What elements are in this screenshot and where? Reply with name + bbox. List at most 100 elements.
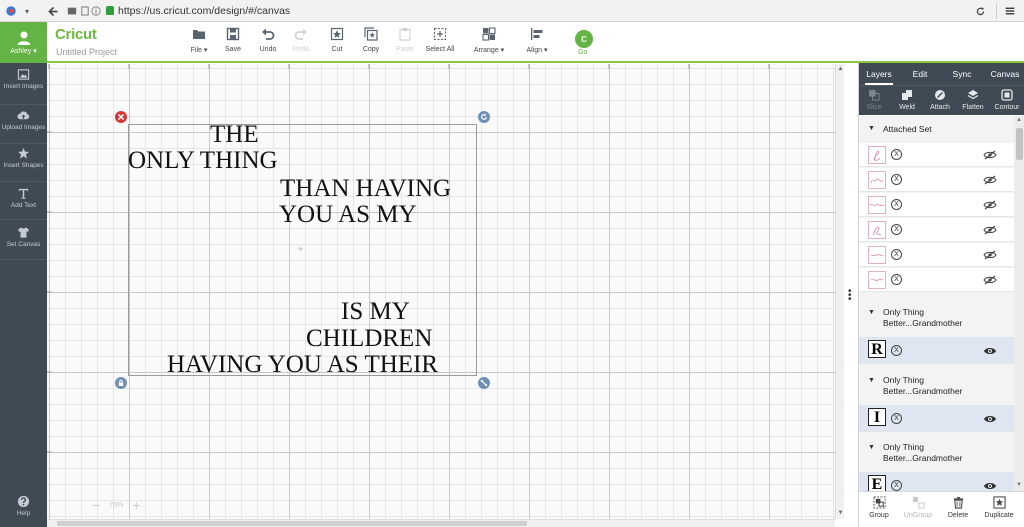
layer-row[interactable]: X (859, 243, 1014, 267)
eye-icon[interactable] (983, 414, 997, 424)
attach-button[interactable]: Attach (928, 89, 952, 111)
paste-button[interactable]: Paste (394, 27, 416, 59)
eye-hidden-icon[interactable] (983, 150, 997, 160)
layers-list: ▼ Attached Set X X X X X X ▼ Only Thing … (859, 116, 1014, 491)
arrange-menu[interactable]: Arrange ▾ (470, 27, 508, 59)
delete-handle[interactable] (115, 111, 127, 123)
add-text-button[interactable]: Add Text (0, 187, 47, 209)
ungroup-label: UnGroup (903, 512, 933, 519)
canvas-horizontal-scrollbar[interactable] (47, 519, 835, 527)
scroll-up-icon[interactable]: ▲ (1016, 117, 1022, 123)
weld-button[interactable]: Weld (896, 89, 918, 111)
eye-hidden-icon[interactable] (983, 200, 997, 210)
eye-hidden-icon[interactable] (983, 175, 997, 185)
layer-row[interactable]: X (859, 143, 1014, 167)
scroll-down-icon[interactable]: ▼ (1016, 482, 1022, 488)
reload-icon[interactable] (972, 2, 988, 20)
layer-row[interactable]: X (859, 268, 1014, 292)
slice-button[interactable]: Slice (864, 89, 884, 111)
hide-contour-icon[interactable]: X (891, 174, 902, 185)
collapse-triangle-icon[interactable]: ▼ (868, 444, 875, 451)
layer-group-header[interactable]: ▼ Only Thing Better...Grandmother (859, 367, 1014, 405)
hide-contour-icon[interactable]: X (891, 199, 902, 210)
file-menu[interactable]: File ▾ (187, 27, 211, 59)
eye-icon[interactable] (983, 346, 997, 356)
tab-sync[interactable]: Sync (951, 63, 973, 85)
duplicate-button[interactable]: Duplicate (980, 496, 1018, 519)
zoom-out-button[interactable]: − (92, 497, 100, 513)
flatten-button[interactable]: Flatten (960, 89, 986, 111)
panel-resize-grip[interactable]: • • • (848, 287, 852, 305)
hide-contour-icon[interactable]: X (891, 249, 902, 260)
save-button[interactable]: Save (222, 27, 244, 59)
hide-contour-icon[interactable]: X (891, 149, 902, 160)
resize-handle[interactable] (478, 377, 490, 389)
eye-hidden-icon[interactable] (983, 225, 997, 235)
eye-hidden-icon[interactable] (983, 275, 997, 285)
tab-canvas[interactable]: Canvas (990, 63, 1020, 85)
hide-contour-icon[interactable]: X (891, 413, 902, 424)
redo-button[interactable]: Redo (290, 27, 312, 59)
layer-row-selected[interactable]: I X (859, 405, 1014, 432)
layer-row[interactable]: X (859, 168, 1014, 192)
eye-icon[interactable] (983, 481, 997, 491)
apps-icon[interactable] (66, 3, 78, 19)
insert-images-button[interactable]: Insert Images (0, 68, 47, 90)
layers-scroll-thumb[interactable] (1016, 128, 1023, 160)
align-menu[interactable]: Align ▾ (522, 27, 552, 59)
select-all-button[interactable]: Select All (424, 27, 456, 59)
group-button[interactable]: Group (866, 496, 892, 519)
help-button[interactable]: Help (0, 495, 47, 517)
layer-group-header[interactable]: ▼ Only Thing Better...Grandmother (859, 434, 1014, 472)
go-label: Go (578, 49, 588, 56)
user-menu[interactable]: Ashley ▾ (0, 22, 47, 63)
horizontal-scroll-thumb[interactable] (57, 521, 527, 526)
layer-row-selected[interactable]: E X (859, 472, 1014, 491)
tab-layers[interactable]: Layers (865, 63, 893, 85)
tab-icon[interactable] (80, 3, 90, 19)
copy-button[interactable]: Copy (360, 27, 382, 59)
info-icon[interactable] (90, 3, 102, 19)
scroll-up-icon[interactable]: ▲ (837, 65, 844, 73)
layer-row[interactable]: X (859, 218, 1014, 242)
layer-group-header[interactable]: ▼ Attached Set (859, 116, 1014, 143)
hide-contour-icon[interactable]: X (891, 274, 902, 285)
go-button[interactable]: C (575, 30, 593, 48)
collapse-triangle-icon[interactable]: ▼ (868, 309, 875, 316)
project-name[interactable]: Untitled Project (56, 47, 117, 57)
address-bar[interactable]: https://us.cricut.com/design/#/canvas (106, 2, 966, 20)
undo-button[interactable]: Undo (257, 27, 279, 59)
hide-contour-icon[interactable]: X (891, 345, 902, 356)
layers-scrollbar[interactable]: ▲ ▼ (1014, 116, 1024, 491)
layer-thumbnail-letter: R (868, 340, 886, 358)
canvas-vertical-scrollbar[interactable]: ▲ ▼ (835, 64, 844, 519)
layer-row-selected[interactable]: R X (859, 337, 1014, 364)
cut-button[interactable]: Cut (326, 27, 348, 59)
scroll-down-icon[interactable]: ▼ (837, 509, 844, 517)
zoom-in-button[interactable]: + (132, 497, 140, 513)
ungroup-button[interactable]: UnGroup (901, 496, 935, 519)
contour-button[interactable]: Contour (993, 89, 1021, 111)
tab-edit[interactable]: Edit (909, 63, 931, 85)
eye-hidden-icon[interactable] (983, 250, 997, 260)
delete-button[interactable]: Delete (945, 496, 971, 519)
layer-thumbnail (868, 246, 886, 264)
set-canvas-button[interactable]: Set Canvas (0, 226, 47, 248)
align-icon (531, 28, 543, 40)
rotate-handle[interactable] (478, 111, 490, 123)
layer-row[interactable]: X (859, 193, 1014, 217)
menu-chevron-icon[interactable]: ▾ (22, 3, 32, 19)
hide-contour-icon[interactable]: X (891, 224, 902, 235)
hide-contour-icon[interactable]: X (891, 480, 902, 491)
insert-shapes-button[interactable]: Insert Shapes (0, 147, 47, 169)
collapse-triangle-icon[interactable]: ▼ (868, 125, 875, 132)
layer-group-header[interactable]: ▼ Only Thing Better...Grandmother (859, 299, 1014, 337)
trash-icon (953, 496, 963, 509)
extension-icon[interactable] (4, 3, 18, 19)
upload-images-button[interactable]: Upload Images (0, 109, 47, 131)
collapse-triangle-icon[interactable]: ▼ (868, 377, 875, 384)
lock-icon (106, 6, 114, 15)
browser-menu-icon[interactable] (1002, 2, 1018, 20)
back-icon[interactable] (45, 3, 61, 19)
lock-handle[interactable] (115, 377, 127, 389)
